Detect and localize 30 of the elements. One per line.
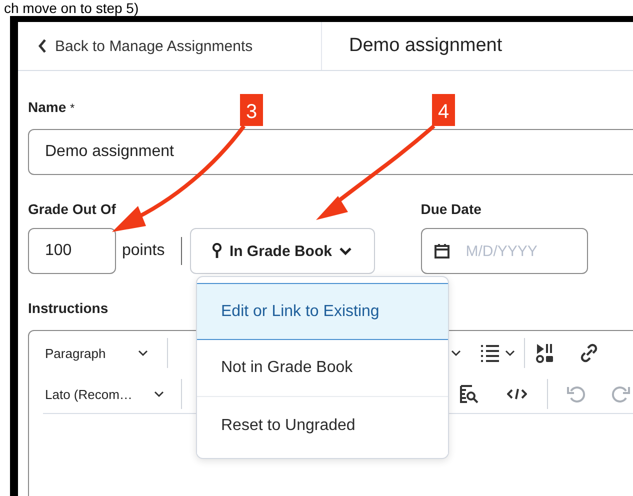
page-title: Demo assignment (348, 34, 502, 58)
unit-label: points (122, 242, 165, 260)
list-icon[interactable] (480, 344, 500, 362)
callout-number: 3 (246, 101, 258, 123)
points-field[interactable]: 100 (28, 228, 116, 274)
find-icon[interactable] (459, 384, 479, 404)
grade-book-button[interactable]: In Grade Book (190, 228, 375, 274)
back-link[interactable]: Back to Manage Assignments (38, 38, 253, 54)
menu-item[interactable]: Reset to Ungraded (197, 397, 448, 454)
link-icon[interactable] (579, 343, 599, 363)
code-icon[interactable] (507, 388, 527, 400)
name-field[interactable]: Demo assignment (28, 129, 633, 175)
media-icon[interactable] (535, 343, 555, 363)
field-label: Due Date (420, 201, 482, 217)
field-label: Grade Out Of (28, 201, 116, 217)
toolbar-select[interactable]: Lato (Recom… (43, 386, 169, 402)
menu-item[interactable]: Edit or Link to Existing (197, 283, 448, 340)
menu-item[interactable]: Not in Grade Book (197, 340, 448, 397)
callout-badge (240, 94, 263, 126)
field-label: Instructions (28, 300, 108, 316)
callout-badge (432, 94, 455, 126)
pin-icon (212, 243, 222, 259)
date-field[interactable]: M/D/YYYY (420, 228, 588, 274)
caption-text: ch move on to step 5) (3, 0, 140, 16)
field-label: Name * (28, 99, 75, 115)
calendar-icon (434, 243, 450, 259)
chevron-icon (338, 246, 352, 256)
toolbar-select[interactable]: Paragraph (43, 346, 153, 360)
chevron-left-icon (38, 39, 47, 53)
callout-number: 4 (438, 101, 450, 123)
